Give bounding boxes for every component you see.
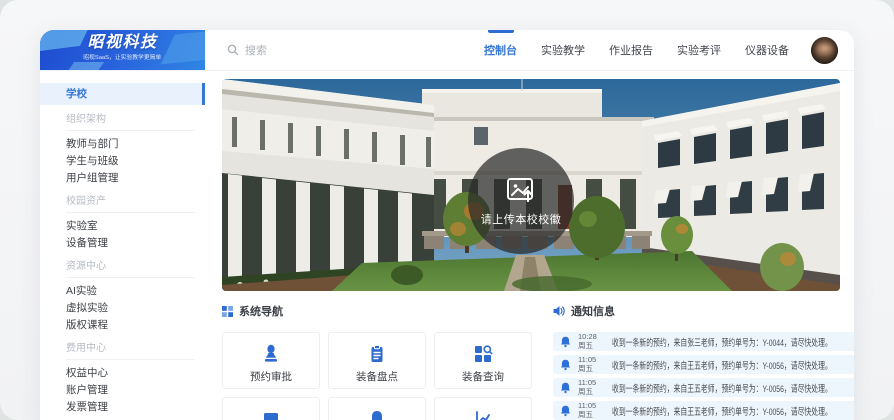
card-equipment-inventory[interactable]: 装备盘点 [328, 332, 426, 389]
speaker-icon [553, 305, 565, 317]
bell-icon [560, 405, 571, 417]
card-label: 装备盘点 [356, 369, 398, 384]
screen: 昭视科技 昭视SaaS，让实验教学更简单 搜索 控制台 实验教学 [0, 0, 894, 420]
top-nav: 控制台 实验教学 作业报告 实验考评 仪器设备 [472, 30, 801, 70]
sidebar-item-students-classes[interactable]: 学生与班级 [40, 153, 205, 170]
divider [66, 359, 195, 360]
sidebar-item-laboratory[interactable]: 实验室 [40, 218, 205, 235]
tab-label: 实验教学 [541, 42, 585, 58]
notice-time: 10:28 周五 [578, 333, 604, 350]
divider [66, 277, 195, 278]
notice-list: 10:28 周五 收到一条新的预约，来自张三老师，预约单号为：Y-0044，请尽… [553, 332, 854, 420]
system-nav-panel: 系统导航 预约审批 [222, 303, 540, 420]
main-content: 请上传本校校徽 系统导航 [205, 71, 854, 420]
sidebar-group-billing: 费用中心 权益中心 账户管理 发票管理 [40, 341, 205, 416]
chart-icon [473, 409, 493, 420]
card-partial-3[interactable] [434, 397, 532, 420]
tab-label: 作业报告 [609, 42, 653, 58]
tab-experiment-teaching[interactable]: 实验教学 [529, 30, 597, 70]
tab-console[interactable]: 控制台 [472, 30, 529, 70]
logo[interactable]: 昭视科技 昭视SaaS，让实验教学更简单 [40, 30, 205, 70]
sidebar-item-school[interactable]: 学校 [40, 83, 205, 105]
sidebar-group-resources: 资源中心 AI实验 虚拟实验 版权课程 [40, 259, 205, 334]
monitor-icon [261, 409, 281, 420]
bell-icon [560, 359, 571, 371]
notice-header: 通知信息 查看更多> [553, 303, 854, 319]
sidebar-item-benefits-center[interactable]: 权益中心 [40, 365, 205, 382]
clipboard-icon [367, 344, 387, 364]
notice-row[interactable]: 11:05 周五 收到一条新的预约，来自王五老师，预约单号为：Y-0056，请尽… [553, 378, 854, 397]
sidebar-item-licensed-courses[interactable]: 版权课程 [40, 317, 205, 334]
notice-text: 收到一条新的预约，来自王五老师，预约单号为：Y-0056，请尽快处理。 [612, 381, 832, 395]
avatar[interactable] [811, 37, 838, 64]
image-upload-icon [505, 176, 537, 204]
upload-logo-button[interactable]: 请上传本校校徽 [468, 148, 574, 254]
nav-cards: 预约审批 装备盘点 [222, 332, 540, 420]
card-label: 预约审批 [250, 369, 292, 384]
logo-streak [161, 30, 205, 64]
card-label: 装备查询 [462, 369, 504, 384]
sidebar-group-header: 资源中心 [40, 259, 205, 274]
notice-row[interactable]: 10:28 周五 收到一条新的预约，来自张三老师，预约单号为：Y-0044，请尽… [553, 332, 854, 351]
sidebar-item-equipment-management[interactable]: 设备管理 [40, 235, 205, 252]
divider [66, 130, 195, 131]
sidebar-item-ai-lab[interactable]: AI实验 [40, 283, 205, 300]
search-input[interactable]: 搜索 [227, 30, 267, 70]
notice-time: 11:05 周五 [578, 379, 604, 396]
notice-text: 收到一条新的预约，来自王五老师，预约单号为：Y-0056，请尽快处理。 [612, 404, 832, 418]
notice-time: 11:05 周五 [578, 356, 604, 373]
system-nav-title: 系统导航 [239, 303, 283, 319]
panels-row: 系统导航 预约审批 [222, 303, 854, 420]
bell-icon [560, 336, 571, 348]
sidebar: 学校 组织架构 教师与部门 学生与班级 用户组管理 校园资产 实验室 设备管理 … [40, 71, 205, 420]
card-equipment-query[interactable]: 装备查询 [434, 332, 532, 389]
logo-title: 昭视科技 [87, 34, 157, 52]
divider [66, 212, 195, 213]
sidebar-item-invoice-management[interactable]: 发票管理 [40, 399, 205, 416]
sidebar-item-teachers-departments[interactable]: 教师与部门 [40, 136, 205, 153]
app-window: 昭视科技 昭视SaaS，让实验教学更简单 搜索 控制台 实验教学 [40, 30, 854, 420]
search-placeholder: 搜索 [245, 42, 267, 58]
hero-banner: 请上传本校校徽 [222, 79, 840, 291]
active-tab-indicator [488, 30, 514, 33]
stamp-icon [261, 344, 281, 364]
topbar: 昭视科技 昭视SaaS，让实验教学更简单 搜索 控制台 实验教学 [40, 30, 854, 71]
notice-row[interactable]: 11:05 周五 收到一条新的预约，来自王五老师，预约单号为：Y-0056，请尽… [553, 355, 854, 374]
card-partial-2[interactable] [328, 397, 426, 420]
tab-instrument-equipment[interactable]: 仪器设备 [733, 30, 801, 70]
tab-label: 控制台 [484, 42, 517, 58]
sidebar-group-header: 组织架构 [40, 112, 205, 127]
card-partial-1[interactable] [222, 397, 320, 420]
tab-experiment-assessment[interactable]: 实验考评 [665, 30, 733, 70]
bell-icon [560, 382, 571, 394]
bell-icon [367, 409, 387, 420]
sidebar-group-assets: 校园资产 实验室 设备管理 [40, 194, 205, 252]
notice-time: 11:05 周五 [578, 402, 604, 419]
search-grid-icon [473, 344, 493, 364]
grid-icon [222, 306, 233, 317]
tab-homework-report[interactable]: 作业报告 [597, 30, 665, 70]
tab-label: 仪器设备 [745, 42, 789, 58]
notice-panel: 通知信息 查看更多> 10:28 周五 [553, 303, 854, 420]
sidebar-group-header: 校园资产 [40, 194, 205, 209]
sidebar-group-org: 组织架构 教师与部门 学生与班级 用户组管理 [40, 112, 205, 187]
body: 学校 组织架构 教师与部门 学生与班级 用户组管理 校园资产 实验室 设备管理 … [40, 71, 854, 420]
search-icon [227, 44, 239, 56]
notice-text: 收到一条新的预约，来自王五老师，预约单号为：Y-0056，请尽快处理。 [612, 358, 832, 372]
card-booking-approval[interactable]: 预约审批 [222, 332, 320, 389]
system-nav-header: 系统导航 [222, 303, 540, 319]
notice-row[interactable]: 11:05 周五 收到一条新的预约，来自王五老师，预约单号为：Y-0056，请尽… [553, 401, 854, 420]
sidebar-item-user-groups[interactable]: 用户组管理 [40, 170, 205, 187]
upload-logo-label: 请上传本校校徽 [481, 211, 562, 227]
logo-subtitle: 昭视SaaS，让实验教学更简单 [84, 53, 162, 62]
notice-text: 收到一条新的预约，来自张三老师，预约单号为：Y-0044，请尽快处理。 [612, 335, 832, 349]
sidebar-item-virtual-lab[interactable]: 虚拟实验 [40, 300, 205, 317]
logo-streak [66, 62, 104, 70]
notice-title: 通知信息 [571, 303, 615, 319]
tab-label: 实验考评 [677, 42, 721, 58]
sidebar-group-header: 费用中心 [40, 341, 205, 356]
sidebar-item-account-management[interactable]: 账户管理 [40, 382, 205, 399]
logo-streak [40, 30, 92, 54]
